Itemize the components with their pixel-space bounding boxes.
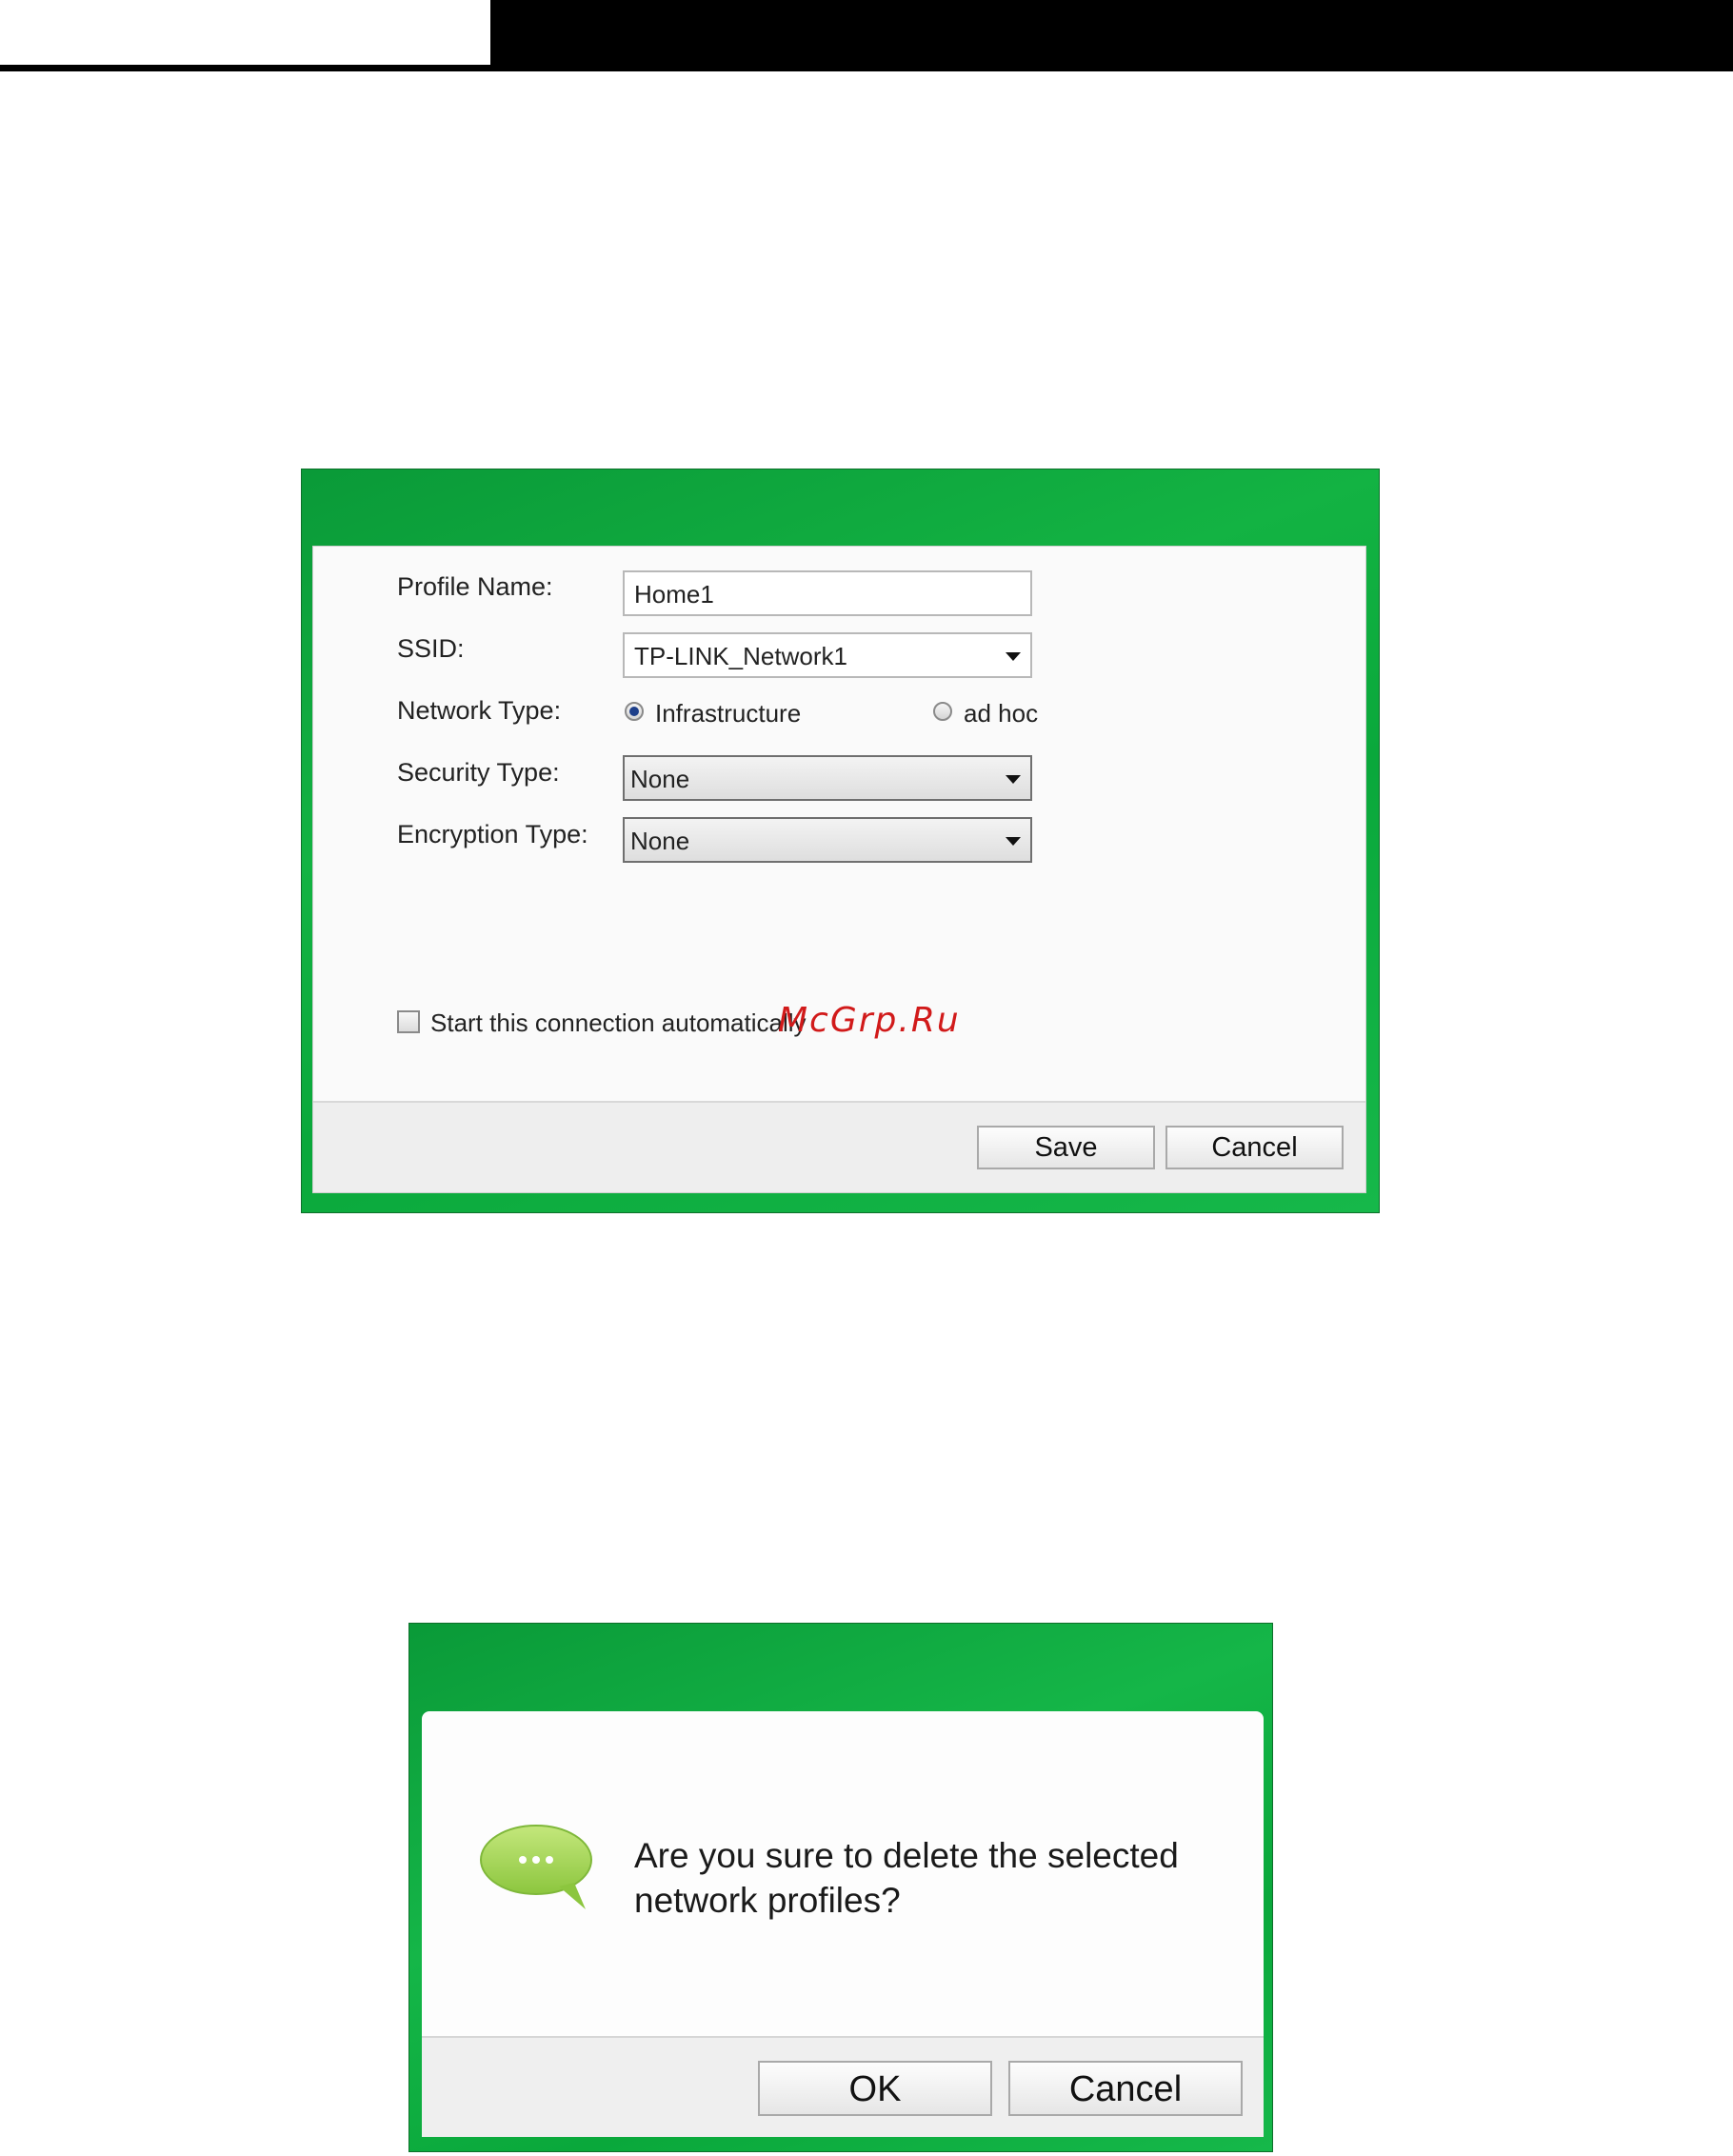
confirm-dialog-body: Are you sure to delete the selected netw… <box>422 1711 1264 2137</box>
page-header-tab <box>0 0 490 65</box>
ssid-label: SSID: <box>397 634 465 663</box>
ssid-value: TP-LINK_Network1 <box>634 642 847 670</box>
radio-infrastructure-label[interactable]: Infrastructure <box>655 699 801 729</box>
page-header-bar <box>0 0 1733 71</box>
cancel-button[interactable]: Cancel <box>1165 1126 1344 1169</box>
security-type-label: Security Type: <box>397 758 560 787</box>
encryption-type-value: None <box>630 827 690 855</box>
radio-infrastructure[interactable] <box>625 702 644 721</box>
radio-ad-hoc[interactable] <box>933 702 952 721</box>
ok-button[interactable]: OK <box>758 2061 992 2116</box>
network-type-label: Network Type: <box>397 696 562 725</box>
confirm-dialog-footer: OK Cancel <box>422 2036 1264 2137</box>
security-type-select[interactable]: None <box>623 755 1032 801</box>
auto-connect-label[interactable]: Start this connection automatically <box>430 1008 807 1038</box>
profile-name-label: Profile Name: <box>397 572 553 601</box>
confirm-message: Are you sure to delete the selected netw… <box>634 1836 1179 1920</box>
cancel-button[interactable]: Cancel <box>1008 2061 1243 2116</box>
security-type-value: None <box>630 765 690 793</box>
confirm-delete-dialog: Are you sure to delete the selected netw… <box>408 1623 1273 2152</box>
save-button[interactable]: Save <box>977 1126 1155 1169</box>
ssid-combobox[interactable]: TP-LINK_Network1 <box>623 632 1032 678</box>
auto-connect-checkbox[interactable] <box>397 1010 420 1033</box>
chevron-down-icon[interactable] <box>1006 837 1021 846</box>
profile-dialog-footer: Save Cancel <box>313 1101 1365 1192</box>
radio-ad-hoc-label[interactable]: ad hoc <box>964 699 1038 729</box>
profile-dialog-body: Profile Name: Home1 SSID: TP-LINK_Networ… <box>312 546 1366 1193</box>
speech-bubble-icon <box>480 1825 592 1909</box>
chevron-down-icon[interactable] <box>1006 652 1021 661</box>
encryption-type-label: Encryption Type: <box>397 820 588 848</box>
watermark-text: McGrp.Ru <box>778 1001 961 1040</box>
profile-dialog: Profile Name: Home1 SSID: TP-LINK_Networ… <box>301 469 1380 1213</box>
chevron-down-icon[interactable] <box>1006 775 1021 784</box>
radio-selected-dot <box>629 707 639 716</box>
encryption-type-select[interactable]: None <box>623 817 1032 863</box>
profile-name-input[interactable]: Home1 <box>623 570 1032 616</box>
